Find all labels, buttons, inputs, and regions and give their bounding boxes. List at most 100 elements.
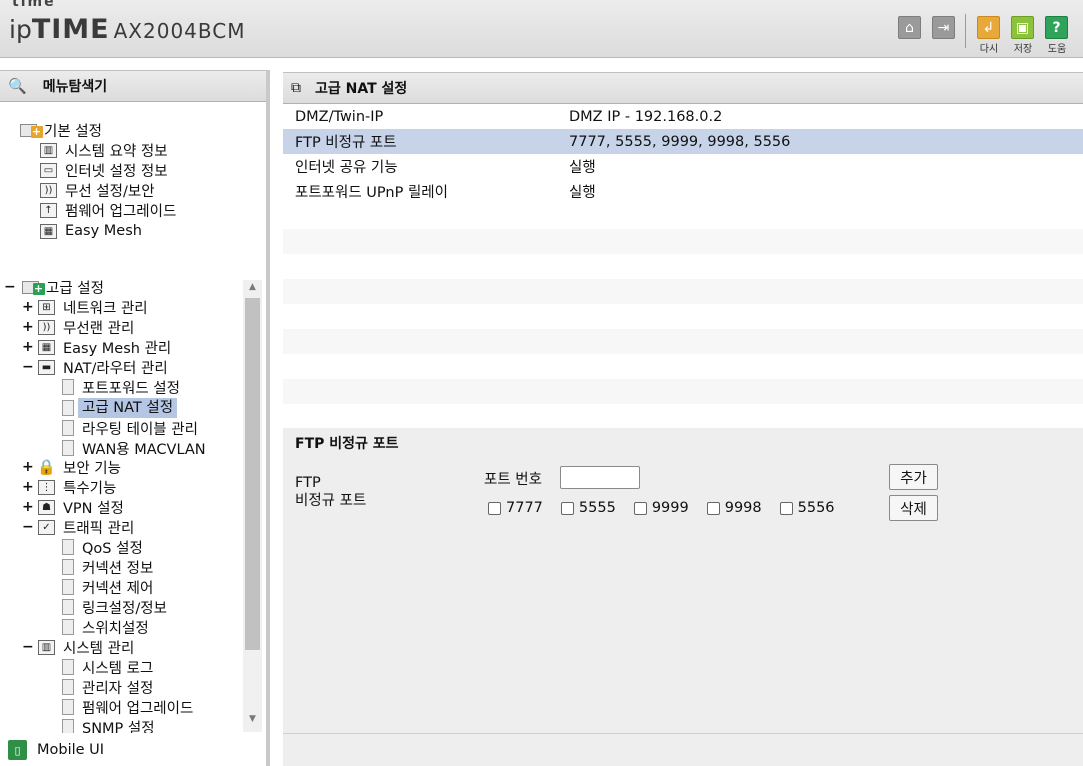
reload-icon[interactable]: ↲	[977, 16, 1000, 39]
logo-ip: ip	[9, 15, 32, 44]
port-checkbox-list: 7777 5555 9999 9998 5556	[488, 500, 853, 516]
page-icon	[62, 699, 74, 715]
reload-label[interactable]: 다시	[974, 40, 1004, 55]
tree-traffic[interactable]: − ✓ 트래픽 관리	[22, 517, 134, 537]
home-icon[interactable]: ⌂	[898, 16, 921, 39]
port-value: 5555	[578, 500, 616, 516]
tree-firmware-upgrade-2[interactable]: 펌웨어 업그레이드	[62, 697, 193, 717]
collapse-icon[interactable]: −	[22, 359, 34, 375]
logout-icon[interactable]: ⇥	[932, 16, 955, 39]
checkbox[interactable]	[488, 501, 501, 515]
port-checkbox-item[interactable]: 9999	[633, 500, 689, 516]
page-icon	[62, 719, 74, 733]
help-label[interactable]: 도움	[1042, 40, 1072, 55]
tree-advanced-settings[interactable]: − + 고급 설정	[4, 277, 104, 297]
add-button[interactable]: 추가	[889, 464, 938, 490]
help-icon[interactable]: ?	[1045, 16, 1068, 39]
expand-icon[interactable]: +	[22, 339, 34, 355]
port-value: 5556	[797, 500, 835, 516]
tree-internet-info[interactable]: ▭ 인터넷 설정 정보	[40, 160, 168, 180]
mesh-icon: ▦	[40, 223, 57, 239]
tree-label: Easy Mesh 관리	[63, 340, 172, 357]
collapse-icon[interactable]: −	[22, 639, 34, 655]
tree-vpn[interactable]: + ☗ VPN 설정	[22, 497, 124, 517]
tree-special[interactable]: + ⋮ 특수기능	[22, 477, 116, 497]
upgrade-icon: ↑	[40, 202, 57, 218]
checkbox[interactable]	[706, 501, 720, 515]
tree-switch-settings[interactable]: 스위치설정	[62, 617, 149, 637]
tree-label: 인터넷 설정 정보	[65, 163, 168, 180]
tree-wireless-security[interactable]: )) 무선 설정/보안	[40, 180, 155, 200]
mobile-ui-label: Mobile UI	[37, 742, 105, 758]
tree-network[interactable]: + ⊞ 네트워크 관리	[22, 297, 148, 317]
row-value: DMZ IP - 192.168.0.2	[569, 108, 723, 125]
tree-advanced-nat[interactable]: 고급 NAT 설정	[62, 398, 178, 418]
port-checkbox-item[interactable]: 5555	[560, 500, 616, 516]
tree-admin-settings[interactable]: 관리자 설정	[62, 677, 153, 697]
port-checkbox-item[interactable]: 7777	[488, 500, 543, 516]
tree-snmp[interactable]: SNMP 설정	[62, 717, 155, 733]
tree-system-log[interactable]: 시스템 로그	[62, 657, 153, 677]
save-label[interactable]: 저장	[1008, 40, 1038, 55]
expand-icon[interactable]: +	[22, 319, 34, 335]
empty-row	[283, 329, 1083, 354]
delete-button[interactable]: 삭제	[889, 495, 938, 521]
page-icon	[62, 679, 74, 695]
tree-connection-control[interactable]: 커넥션 제어	[62, 577, 153, 597]
page-icon	[62, 420, 74, 436]
tree-connection-info[interactable]: 커넥션 정보	[62, 557, 153, 577]
page-title: 고급 NAT 설정	[315, 81, 408, 97]
port-checkbox-item[interactable]: 9998	[706, 500, 762, 516]
tree-port-forward[interactable]: 포트포워드 설정	[62, 377, 180, 397]
tree-basic-settings[interactable]: + 기본 설정	[18, 120, 102, 140]
tree-security[interactable]: + 🔒 보안 기능	[22, 457, 121, 477]
folder-icon: +	[20, 279, 45, 295]
status-table: DMZ/Twin-IP DMZ IP - 192.168.0.2 FTP 비정규…	[283, 104, 1083, 429]
page-icon	[62, 440, 74, 456]
tree-label: 시스템 요약 정보	[65, 143, 168, 160]
tree-nat-router[interactable]: − ▬ NAT/라우터 관리	[22, 357, 168, 377]
collapse-icon[interactable]: −	[22, 519, 34, 535]
nav-title: 메뉴탐색기	[42, 79, 108, 95]
mobile-ui-link[interactable]: ▯ Mobile UI	[8, 740, 104, 760]
empty-row	[283, 254, 1083, 279]
tree-routing-table[interactable]: 라우팅 테이블 관리	[62, 418, 198, 438]
tree-easymesh-mgmt[interactable]: + ▦ Easy Mesh 관리	[22, 337, 171, 357]
page-icon	[62, 379, 74, 395]
tree-system-mgmt[interactable]: − ▥ 시스템 관리	[22, 637, 134, 657]
tree-qos[interactable]: QoS 설정	[62, 537, 143, 557]
tree-system-summary[interactable]: ▥ 시스템 요약 정보	[40, 140, 168, 160]
port-number-input[interactable]	[560, 466, 640, 489]
header-separator	[965, 14, 966, 48]
row-value: 실행	[569, 185, 596, 201]
tree-firmware-upgrade[interactable]: ↑ 펌웨어 업그레이드	[40, 200, 176, 220]
checkbox[interactable]	[633, 501, 647, 515]
scroll-thumb[interactable]	[245, 298, 260, 650]
scroll-down-icon[interactable]: ▼	[243, 714, 262, 730]
save-icon[interactable]: ▣	[1011, 16, 1034, 39]
chart-icon: ▥	[40, 142, 57, 158]
tree-link-settings[interactable]: 링크설정/정보	[62, 597, 167, 617]
collapse-icon[interactable]: −	[4, 279, 16, 295]
expand-icon[interactable]: +	[22, 479, 34, 495]
scroll-up-icon[interactable]: ▲	[243, 282, 262, 298]
tree-easymesh[interactable]: ▦ Easy Mesh	[40, 221, 142, 241]
port-checkbox-item[interactable]: 5556	[779, 500, 835, 516]
expand-icon[interactable]: +	[22, 459, 34, 475]
checkbox[interactable]	[779, 501, 793, 515]
empty-row	[283, 229, 1083, 254]
expand-icon[interactable]: +	[22, 299, 34, 315]
checkbox[interactable]	[560, 501, 574, 515]
empty-row	[283, 354, 1083, 379]
footer-bar	[283, 733, 1083, 766]
page-icon	[62, 619, 74, 635]
tree-label: SNMP 설정	[82, 720, 155, 734]
monitor-icon: ▭	[40, 162, 57, 178]
section-title: FTP 비정규 포트	[295, 436, 399, 452]
expand-icon[interactable]: +	[22, 499, 34, 515]
tree-wireless[interactable]: + )) 무선랜 관리	[22, 317, 134, 337]
nav-scrollbar[interactable]: ▲ ▼	[243, 280, 262, 732]
wifi-icon: ))	[38, 319, 55, 335]
tree-wan-macvlan[interactable]: WAN용 MACVLAN	[62, 438, 206, 458]
logo-top-text: time	[12, 0, 56, 10]
